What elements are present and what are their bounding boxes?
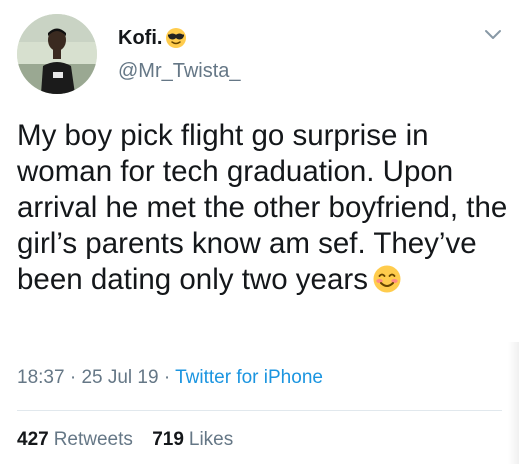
- author-name-text[interactable]: Kofi.: [118, 27, 162, 49]
- smiling-face-blushing-icon: [372, 264, 402, 303]
- author-name[interactable]: Kofi.: [118, 26, 187, 55]
- tweet-time[interactable]: 18:37: [17, 367, 65, 388]
- meta-separator: ·: [69, 367, 77, 388]
- tweet-stats: 427 Retweets 719 Likes: [17, 428, 247, 452]
- tweet-text-content: My boy pick flight go surprise in woman …: [17, 119, 508, 296]
- tweet-date[interactable]: 25 Jul 19: [81, 367, 158, 388]
- screen-edge: [508, 342, 519, 464]
- retweets-stat[interactable]: 427 Retweets: [17, 429, 133, 450]
- retweets-count: 427: [17, 429, 49, 450]
- chevron-down-icon[interactable]: [484, 29, 502, 41]
- likes-count: 719: [152, 429, 184, 450]
- author-handle[interactable]: @Mr_Twista_: [118, 59, 241, 83]
- divider: [17, 410, 502, 411]
- avatar[interactable]: [17, 14, 97, 94]
- tweet-source-link[interactable]: Twitter for iPhone: [175, 367, 323, 388]
- likes-stat[interactable]: 719 Likes: [152, 429, 233, 450]
- tweet-text: My boy pick flight go surprise in woman …: [17, 118, 512, 303]
- likes-label: Likes: [188, 429, 234, 450]
- sunglasses-face-icon: [165, 27, 187, 55]
- retweets-label: Retweets: [53, 429, 133, 450]
- tweet-meta: 18:37 · 25 Jul 19 · Twitter for iPhone: [17, 366, 323, 390]
- tweet-card: Kofi. @Mr_Twista_ My boy pick flight go …: [0, 0, 519, 464]
- avatar-photo: [17, 14, 97, 94]
- meta-separator: ·: [163, 367, 171, 388]
